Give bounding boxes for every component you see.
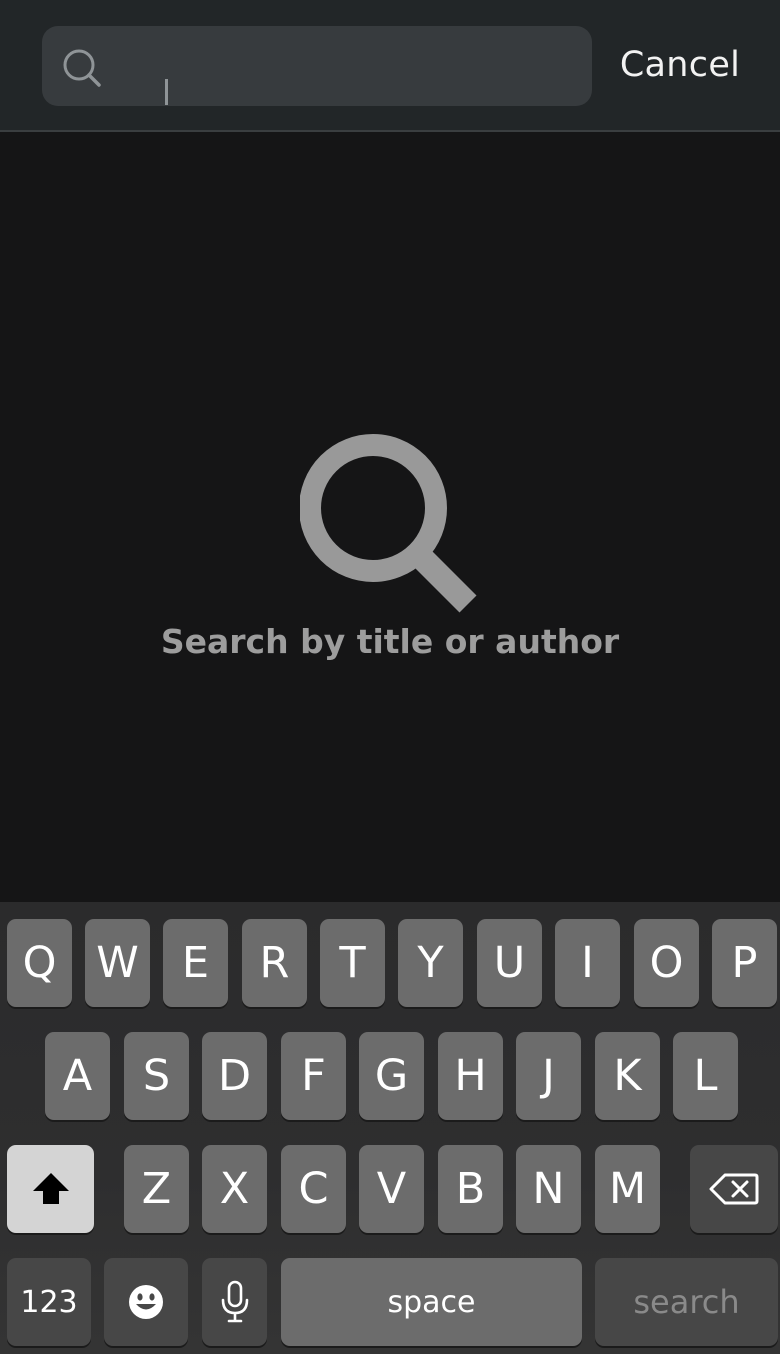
on-screen-keyboard: Q W E R T Y U I O P A S D F G H J K L Z … (0, 902, 780, 1354)
key-g[interactable]: G (359, 1032, 424, 1120)
key-h[interactable]: H (438, 1032, 503, 1120)
key-d[interactable]: D (202, 1032, 267, 1120)
key-l[interactable]: L (673, 1032, 738, 1120)
numbers-key[interactable]: 123 (7, 1258, 91, 1346)
key-n[interactable]: N (516, 1145, 581, 1233)
space-key[interactable]: space (281, 1258, 582, 1346)
key-a[interactable]: A (45, 1032, 110, 1120)
search-input[interactable] (114, 26, 574, 106)
emoji-key[interactable] (104, 1258, 188, 1346)
key-i[interactable]: I (555, 919, 620, 1007)
key-k[interactable]: K (595, 1032, 660, 1120)
delete-key[interactable] (690, 1145, 778, 1233)
key-w[interactable]: W (85, 919, 150, 1007)
empty-state-message: Search by title or author (160, 622, 620, 661)
emoji-icon (129, 1285, 163, 1319)
key-z[interactable]: Z (124, 1145, 189, 1233)
shift-arrow-icon (32, 1173, 69, 1204)
key-b[interactable]: B (438, 1145, 503, 1233)
search-return-key[interactable]: search (595, 1258, 778, 1346)
key-q[interactable]: Q (7, 919, 72, 1007)
key-f[interactable]: F (281, 1032, 346, 1120)
shift-key[interactable] (7, 1145, 94, 1233)
search-header: Cancel (0, 0, 780, 132)
key-r[interactable]: R (242, 919, 307, 1007)
microphone-key[interactable] (202, 1258, 267, 1346)
backspace-icon (709, 1173, 759, 1205)
key-s[interactable]: S (124, 1032, 189, 1120)
search-field[interactable] (42, 26, 592, 106)
cancel-button[interactable]: Cancel (600, 40, 760, 90)
key-t[interactable]: T (320, 919, 385, 1007)
key-c[interactable]: C (281, 1145, 346, 1233)
magnifying-glass-icon (300, 434, 477, 613)
key-v[interactable]: V (359, 1145, 424, 1233)
key-j[interactable]: J (516, 1032, 581, 1120)
key-x[interactable]: X (202, 1145, 267, 1233)
microphone-icon (221, 1280, 248, 1323)
key-p[interactable]: P (712, 919, 777, 1007)
key-o[interactable]: O (634, 919, 699, 1007)
text-cursor (165, 79, 168, 105)
key-y[interactable]: Y (398, 919, 463, 1007)
search-icon (63, 49, 101, 87)
key-m[interactable]: M (595, 1145, 660, 1233)
key-u[interactable]: U (477, 919, 542, 1007)
key-e[interactable]: E (163, 919, 228, 1007)
